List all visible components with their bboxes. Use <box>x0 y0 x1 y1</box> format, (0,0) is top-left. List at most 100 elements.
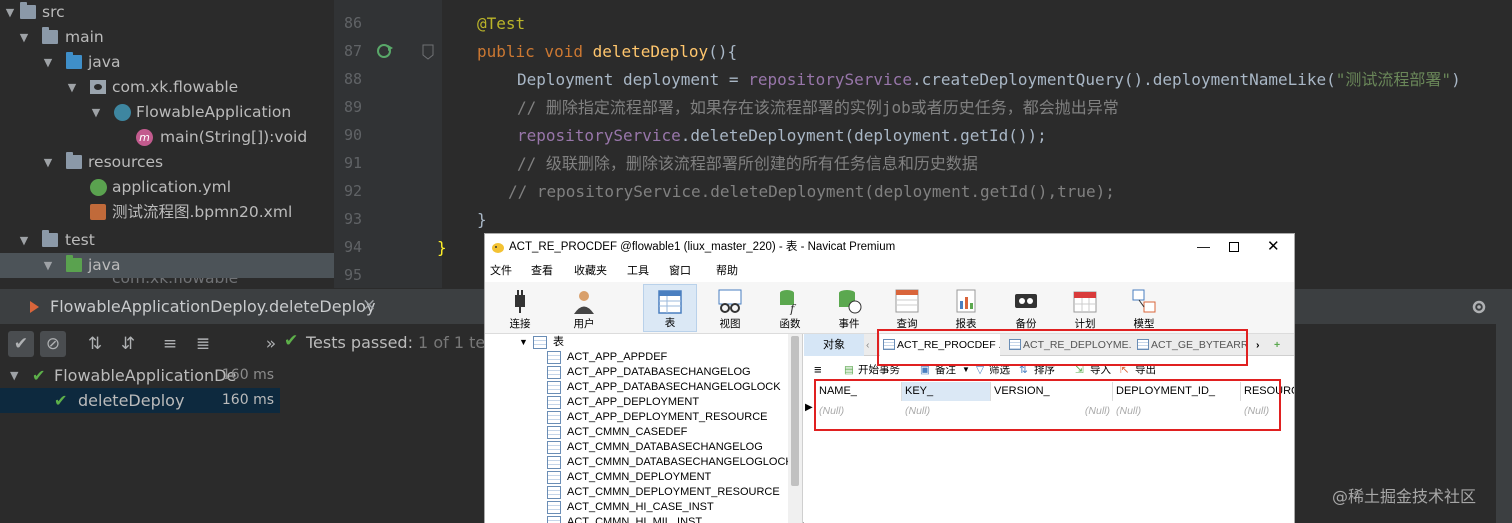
event-button[interactable]: 事件 <box>822 284 876 332</box>
tree-item-method[interactable]: m main(String[]):void <box>0 125 334 150</box>
table-cell[interactable]: (Null) <box>991 402 1113 420</box>
tab-label: ACT_GE_BYTEARRA... <box>1151 339 1248 351</box>
show-passed-icon[interactable]: ✔ <box>8 331 34 357</box>
gear-icon[interactable] <box>1470 298 1488 316</box>
chevron-down-icon[interactable]: ▼ <box>18 228 30 253</box>
screen: ▼ src ▼ main ▼ java ▼ com.xk.flowable ▼ … <box>0 0 1512 523</box>
backup-button[interactable]: 备份 <box>999 284 1053 332</box>
menu-file[interactable]: 文件 <box>490 260 512 282</box>
table-cell[interactable]: (Null) <box>902 402 991 420</box>
tree-item-application-yml[interactable]: application.yml <box>0 175 334 200</box>
filter-button[interactable]: 筛选 <box>989 360 1010 380</box>
fold-marker-icon[interactable] <box>422 44 434 60</box>
chevron-down-icon[interactable]: ▼ <box>42 150 54 175</box>
tree-item-java[interactable]: ▼ java <box>0 50 334 75</box>
minimize-icon[interactable]: — <box>1197 234 1210 260</box>
tree-item-test-java[interactable]: ▼ java <box>0 253 334 278</box>
chevron-down-icon[interactable]: ▼ <box>42 253 54 278</box>
query-button[interactable]: 查询 <box>880 284 934 332</box>
code-line-86[interactable]: @Test <box>477 10 525 38</box>
scrollbar[interactable] <box>788 334 802 523</box>
menu-view[interactable]: 查看 <box>531 260 553 282</box>
import-button[interactable]: 导入 <box>1090 360 1111 380</box>
test-case-row[interactable]: ✔ deleteDeploy 160 ms <box>0 388 280 413</box>
transaction-icon: ▤ <box>844 364 854 376</box>
tree-item-test-package[interactable]: com.xk.flowable <box>0 278 334 288</box>
tree-item-resources[interactable]: ▼ resources <box>0 150 334 175</box>
code-line-94[interactable]: } <box>437 234 447 262</box>
code-line-91[interactable]: // 级联删除，删除该流程部署所创建的所有任务信息和历史数据 <box>517 150 978 178</box>
code-line-92[interactable]: // repositoryService.deleteDeployment(de… <box>508 178 1115 206</box>
table-icon <box>658 290 682 314</box>
maximize-icon[interactable] <box>1229 242 1239 252</box>
chevron-down-icon[interactable]: ▼ <box>42 50 54 75</box>
tree-item-main[interactable]: ▼ main <box>0 25 334 50</box>
chevron-down-icon[interactable]: ▼ <box>66 75 78 100</box>
column-header[interactable]: VERSION_ <box>991 382 1113 401</box>
column-header[interactable]: RESOURCE <box>1241 382 1294 401</box>
schedule-button[interactable]: 计划 <box>1058 284 1112 332</box>
code-line-90[interactable]: repositoryService.deleteDeployment(deplo… <box>517 122 1047 150</box>
note-button[interactable]: 备注 <box>935 360 956 380</box>
tree-item-bpmn-xml[interactable]: 测试流程图.bpmn20.xml <box>0 200 334 225</box>
menu-window[interactable]: 窗口 <box>669 260 691 282</box>
chevron-down-icon[interactable]: ▼ <box>18 25 30 50</box>
chevron-down-icon[interactable]: ▼ <box>90 100 102 125</box>
report-button[interactable]: 报表 <box>939 284 993 332</box>
tree-item-test[interactable]: ▼ test <box>0 228 334 253</box>
table-icon <box>547 426 561 439</box>
code-line-88[interactable]: Deployment deployment = repositoryServic… <box>517 66 1461 94</box>
spring-class-icon <box>114 104 131 121</box>
column-header[interactable]: DEPLOYMENT_ID_ <box>1113 382 1241 401</box>
column-header[interactable]: KEY_ <box>902 382 991 401</box>
menu-favorites[interactable]: 收藏夹 <box>574 260 607 282</box>
chevron-right-icon[interactable]: › <box>1256 334 1260 356</box>
table-icon <box>533 336 547 349</box>
filter-icon: ▽ <box>976 364 985 376</box>
sort-by-duration-icon[interactable]: ⇵ <box>115 331 141 357</box>
tree-item-class[interactable]: ▼ FlowableApplication <box>0 100 334 125</box>
table-cell[interactable]: (Null) <box>1241 402 1294 420</box>
tab-act-ge-bytearray[interactable]: ACT_GE_BYTEARRA... <box>1134 334 1248 356</box>
code-line-93[interactable]: } <box>477 206 487 234</box>
sort-alphabetically-icon[interactable]: ⇅ <box>82 331 108 357</box>
new-tab-icon[interactable]: + <box>1274 334 1280 356</box>
menu-icon[interactable]: ≡ <box>814 360 822 380</box>
test-suite-row[interactable]: ▼ ✔ FlowableApplicationDe 160 ms <box>0 363 280 388</box>
tab-objects[interactable]: 对象 <box>804 334 864 356</box>
chevron-down-icon[interactable]: ▼ <box>962 360 970 380</box>
function-button[interactable]: f 函数 <box>763 284 817 332</box>
expand-all-icon[interactable]: ≡ <box>157 331 183 357</box>
menu-tools[interactable]: 工具 <box>627 260 649 282</box>
more-actions-icon[interactable]: » <box>258 331 284 357</box>
chevron-down-icon[interactable]: ▼ <box>4 0 16 25</box>
close-icon[interactable]: ✕ <box>1267 234 1280 260</box>
user-button[interactable]: 用户 <box>557 284 611 332</box>
collapse-all-icon[interactable]: ≣ <box>190 331 216 357</box>
tab-act-re-procdef[interactable]: ACT_RE_PROCDEF ... <box>880 334 1000 356</box>
tree-item-package[interactable]: ▼ com.xk.flowable <box>0 75 334 100</box>
run-test-icon[interactable] <box>376 41 396 61</box>
export-button[interactable]: 导出 <box>1135 360 1156 380</box>
run-tab-title[interactable]: FlowableApplicationDeploy.deleteDeploy <box>50 297 375 316</box>
code-line-89[interactable]: // 删除指定流程部署，如果存在该流程部署的实例job或者历史任务，都会抛出异常 <box>517 94 1119 122</box>
tree-item-src[interactable]: ▼ src <box>0 0 334 25</box>
scrollbar-thumb[interactable] <box>791 336 799 486</box>
view-button[interactable]: 视图 <box>703 284 757 332</box>
model-button[interactable]: 模型 <box>1117 284 1171 332</box>
show-ignored-icon[interactable]: ⊘ <box>40 331 66 357</box>
chevron-left-icon[interactable]: ‹ <box>866 334 870 356</box>
connect-button[interactable]: 连接 <box>493 284 547 332</box>
sort-button[interactable]: 排序 <box>1034 360 1055 380</box>
table-button[interactable]: 表 <box>643 284 697 332</box>
code-line-87[interactable]: public void deleteDeploy(){ <box>477 38 737 66</box>
menu-help[interactable]: 帮助 <box>716 260 738 282</box>
chevron-down-icon[interactable]: ▼ <box>519 335 528 350</box>
close-icon[interactable]: × <box>362 295 376 315</box>
table-cell[interactable]: (Null) <box>1113 402 1241 420</box>
column-header[interactable]: NAME_ <box>816 382 902 401</box>
table-cell[interactable]: (Null) <box>816 402 902 420</box>
begin-transaction-button[interactable]: 开始事务 <box>858 360 900 380</box>
tab-act-re-deployment[interactable]: ACT_RE_DEPLOYME... <box>1006 334 1132 356</box>
chevron-down-icon[interactable]: ▼ <box>10 363 18 388</box>
